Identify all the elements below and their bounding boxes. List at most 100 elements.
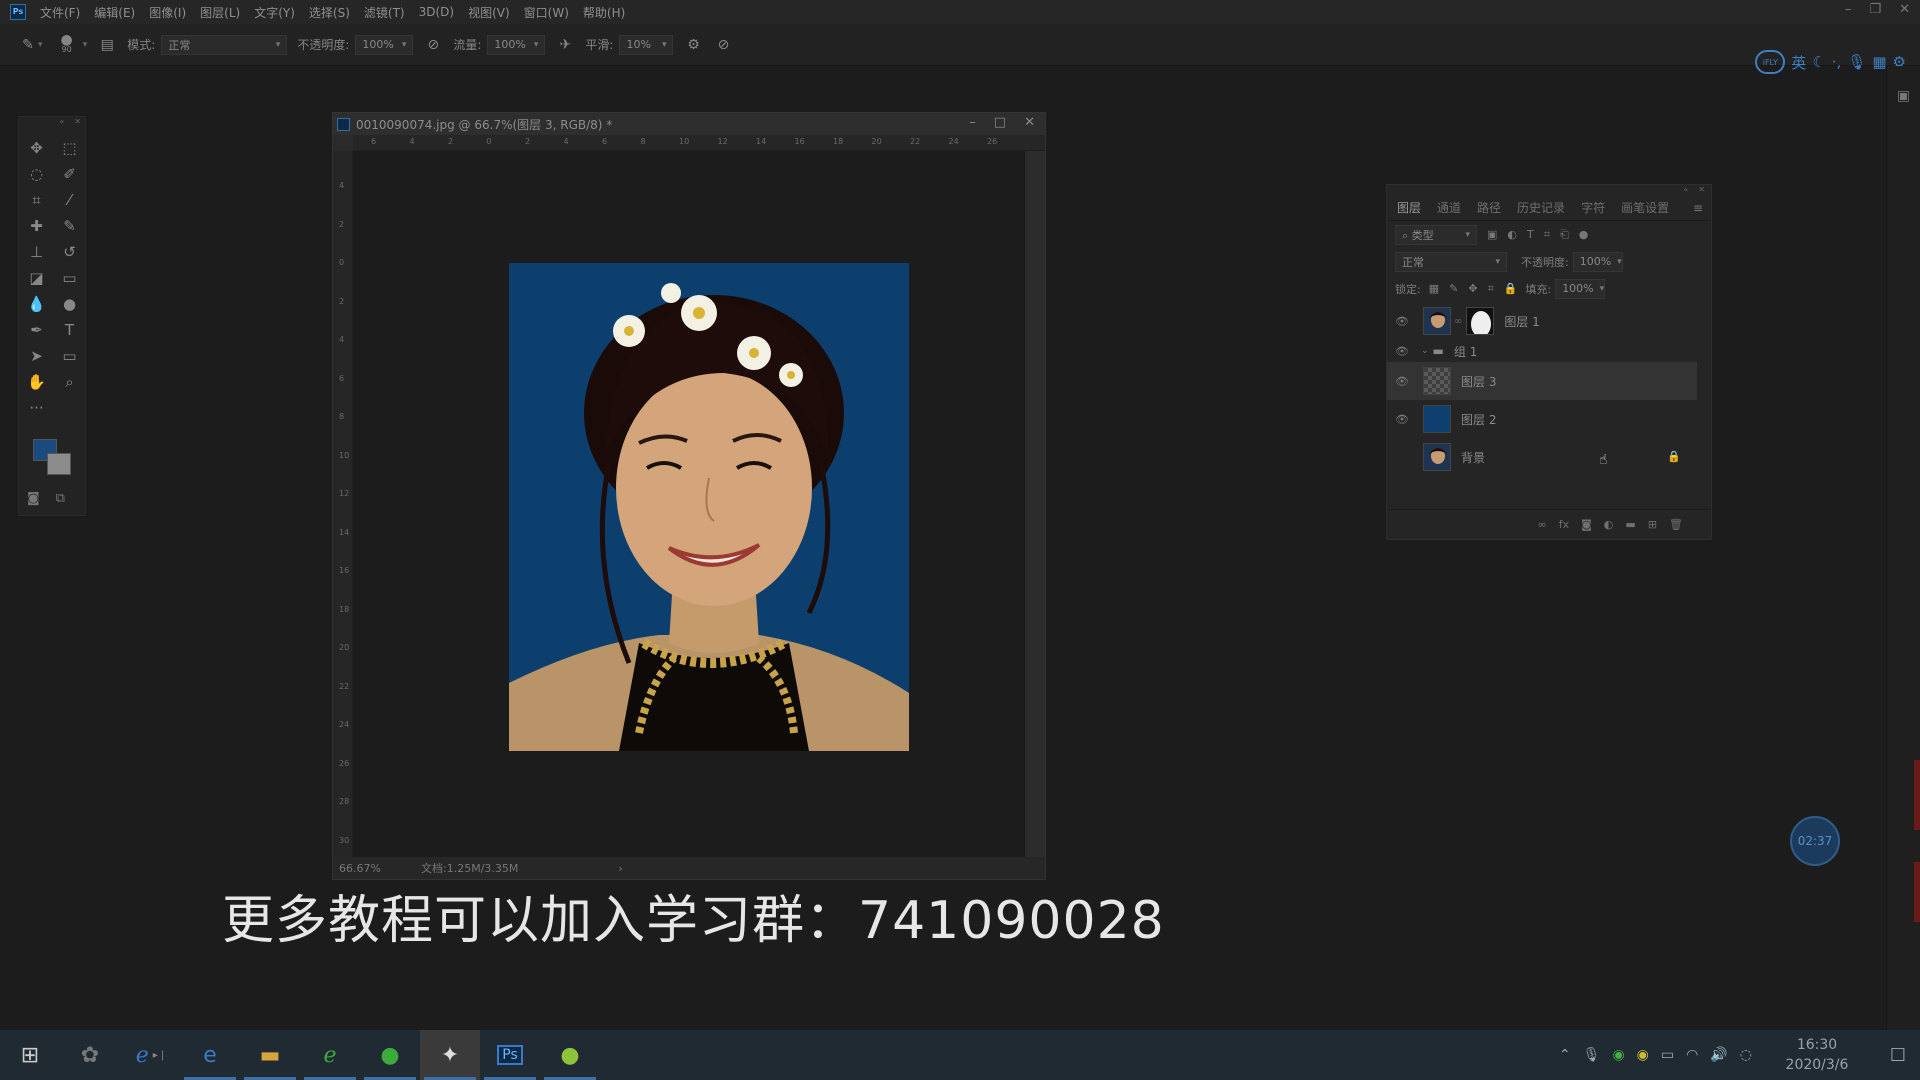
eye-icon[interactable]: 👁 xyxy=(1395,315,1415,328)
quick-mask-icon[interactable]: ◙ xyxy=(27,491,40,506)
eye-icon[interactable]: 👁 xyxy=(1395,413,1415,426)
microphone-icon[interactable]: 🎙 xyxy=(1583,1047,1601,1063)
brush-tool-icon[interactable]: ✎ xyxy=(18,35,38,55)
tab-brush-settings[interactable]: 画笔设置 xyxy=(1621,199,1669,216)
taskbar-wechat[interactable]: ● xyxy=(360,1030,420,1080)
collapse-icon[interactable]: « xyxy=(59,117,64,129)
moon-icon[interactable]: ☾ xyxy=(1812,53,1825,71)
lock-all-icon[interactable]: 🔒 xyxy=(1504,282,1518,295)
menu-image[interactable]: 图像(I) xyxy=(149,4,186,21)
taskbar-ie-pinned[interactable]: ℯ ▸ | xyxy=(120,1030,180,1080)
fill-field[interactable]: 100% ▾ xyxy=(1555,278,1606,299)
lock-position-icon[interactable]: ✥ xyxy=(1468,282,1477,295)
lock-artboard-icon[interactable]: ⌗ xyxy=(1488,282,1494,296)
collapse-icon[interactable]: « xyxy=(1683,185,1688,195)
tab-channels[interactable]: 通道 xyxy=(1437,199,1461,216)
flow-field[interactable]: 100% ▾ xyxy=(487,34,546,55)
tab-history[interactable]: 历史记录 xyxy=(1517,199,1565,216)
close-icon[interactable]: ✕ xyxy=(74,117,81,129)
eraser-tool-icon[interactable]: ◪ xyxy=(20,265,53,291)
pressure-size-icon[interactable]: ⊘ xyxy=(713,35,733,55)
trash-icon[interactable]: 🗑 xyxy=(1669,518,1683,531)
tab-character[interactable]: 字符 xyxy=(1581,199,1605,216)
panel-menu-icon[interactable]: ≡ xyxy=(1693,201,1703,215)
taskbar-app-green[interactable]: ● xyxy=(540,1030,600,1080)
menu-filter[interactable]: 滤镜(T) xyxy=(364,4,405,21)
wifi-icon[interactable]: ◠ xyxy=(1686,1047,1698,1063)
chevron-up-icon[interactable]: ⌃ xyxy=(1559,1047,1571,1063)
rectangle-tool-icon[interactable]: ▭ xyxy=(53,343,86,369)
menu-help[interactable]: 帮助(H) xyxy=(583,4,625,21)
menu-view[interactable]: 视图(V) xyxy=(468,4,510,21)
filter-type-icon[interactable]: T xyxy=(1527,228,1534,242)
layer-opacity-field[interactable]: 100% ▾ xyxy=(1572,251,1623,272)
background-color-swatch[interactable] xyxy=(47,453,71,475)
menu-type[interactable]: 文字(Y) xyxy=(254,4,295,21)
microphone-icon[interactable]: 🎙 xyxy=(1847,53,1866,71)
ruler-horizontal[interactable]: 6 4 2 0 2 4 6 8 10 12 14 16 18 20 22 24 26 xyxy=(353,135,1045,151)
taskbar-photoshop[interactable]: Ps xyxy=(480,1030,540,1080)
move-tool-icon[interactable]: ✥ xyxy=(20,135,53,161)
pressure-opacity-icon[interactable]: ⊘ xyxy=(423,35,443,55)
menu-window[interactable]: 窗口(W) xyxy=(524,4,569,21)
taskbar-file-explorer[interactable]: ▬ xyxy=(240,1030,300,1080)
brush-settings-toggle-icon[interactable]: ▤ xyxy=(97,35,117,55)
type-tool-icon[interactable]: T xyxy=(53,317,86,343)
ime-tray-icon[interactable]: ◌ xyxy=(1740,1047,1752,1063)
opacity-field[interactable]: 100% ▾ xyxy=(355,34,414,55)
smoothing-field[interactable]: 10% ▾ xyxy=(619,34,674,55)
chevron-right-icon[interactable]: › xyxy=(618,862,622,875)
ime-language[interactable]: 英 xyxy=(1791,52,1806,73)
notification-icon[interactable]: ☐ xyxy=(1876,1045,1920,1066)
tab-layers[interactable]: 图层 xyxy=(1397,199,1421,216)
close-icon[interactable]: ✕ xyxy=(1024,115,1035,130)
keyboard-icon[interactable]: ▦ xyxy=(1872,53,1886,71)
lasso-tool-icon[interactable]: ◌ xyxy=(20,161,53,187)
eye-icon[interactable]: 👁 xyxy=(1395,345,1415,358)
minimize-icon[interactable]: – xyxy=(1845,2,1852,17)
crop-tool-icon[interactable]: ⌗ xyxy=(20,187,53,213)
layer-mask-thumbnail[interactable] xyxy=(1466,307,1495,335)
layer-row-1[interactable]: 👁 ∞ 图层 1 xyxy=(1387,302,1711,340)
sync-icon[interactable]: ◉ xyxy=(1612,1047,1624,1063)
chevron-down-icon[interactable]: ⌄ xyxy=(1421,346,1429,356)
lock-icon[interactable]: 🔒 xyxy=(1667,450,1681,463)
blend-mode-dropdown[interactable]: 正常 ▾ xyxy=(1395,251,1507,272)
marquee-tool-icon[interactable]: ⬚ xyxy=(53,135,86,161)
quick-select-tool-icon[interactable]: ✐ xyxy=(53,161,86,187)
app-tray-icon[interactable]: ◉ xyxy=(1637,1047,1649,1063)
eyedropper-tool-icon[interactable]: ⁄ xyxy=(53,187,86,213)
healing-brush-tool-icon[interactable]: ✚ xyxy=(20,213,53,239)
brush-tool-icon[interactable]: ✎ xyxy=(53,213,86,239)
recording-timer[interactable]: 02:37 xyxy=(1790,816,1840,866)
panel-toggle-icon[interactable]: ▣ xyxy=(1894,88,1914,108)
hand-tool-icon[interactable]: ✋ xyxy=(20,369,53,395)
taskbar-browser[interactable]: ℯ xyxy=(300,1030,360,1080)
filter-smart-object-icon[interactable]: ⎗ xyxy=(1560,228,1569,242)
fx-icon[interactable]: fx xyxy=(1559,518,1569,531)
filter-adjustment-icon[interactable]: ◐ xyxy=(1507,228,1517,242)
ruler-vertical[interactable]: 4 2 0 2 4 6 8 10 12 14 16 18 20 22 24 26 28 30 xyxy=(333,151,353,857)
menu-edit[interactable]: 编辑(E) xyxy=(94,4,135,21)
taskbar-recorder[interactable]: ✦ xyxy=(420,1030,480,1080)
zoom-level[interactable]: 66.67% xyxy=(339,862,399,875)
menu-3d[interactable]: 3D(D) xyxy=(419,5,454,19)
restore-icon[interactable]: ❐ xyxy=(1869,2,1881,17)
close-icon[interactable]: ✕ xyxy=(1899,2,1910,17)
filter-shape-icon[interactable]: ⌗ xyxy=(1544,228,1550,242)
link-layers-icon[interactable]: ∞ xyxy=(1538,518,1547,531)
close-icon[interactable]: ✕ xyxy=(1698,185,1705,195)
dodge-tool-icon[interactable]: ● xyxy=(53,291,86,317)
layer-row-3[interactable]: 👁 图层 3 xyxy=(1387,362,1697,400)
history-brush-tool-icon[interactable]: ↺ xyxy=(53,239,86,265)
layer-row-background[interactable]: 背景 ☝ 🔒 xyxy=(1387,438,1711,476)
canvas-photo[interactable] xyxy=(509,263,909,751)
path-select-tool-icon[interactable]: ➤ xyxy=(20,343,53,369)
layer-filter-dropdown[interactable]: ⌕ 类型 ▾ xyxy=(1395,224,1477,245)
blur-tool-icon[interactable]: 💧 xyxy=(20,291,53,317)
taskbar-edge[interactable]: e xyxy=(180,1030,240,1080)
battery-icon[interactable]: ▭ xyxy=(1661,1047,1674,1063)
lock-transparent-icon[interactable]: ▦ xyxy=(1429,282,1439,295)
layer-row-2[interactable]: 👁 图层 2 xyxy=(1387,400,1711,438)
clock[interactable]: 16:30 2020/3/6 xyxy=(1772,1035,1862,1075)
